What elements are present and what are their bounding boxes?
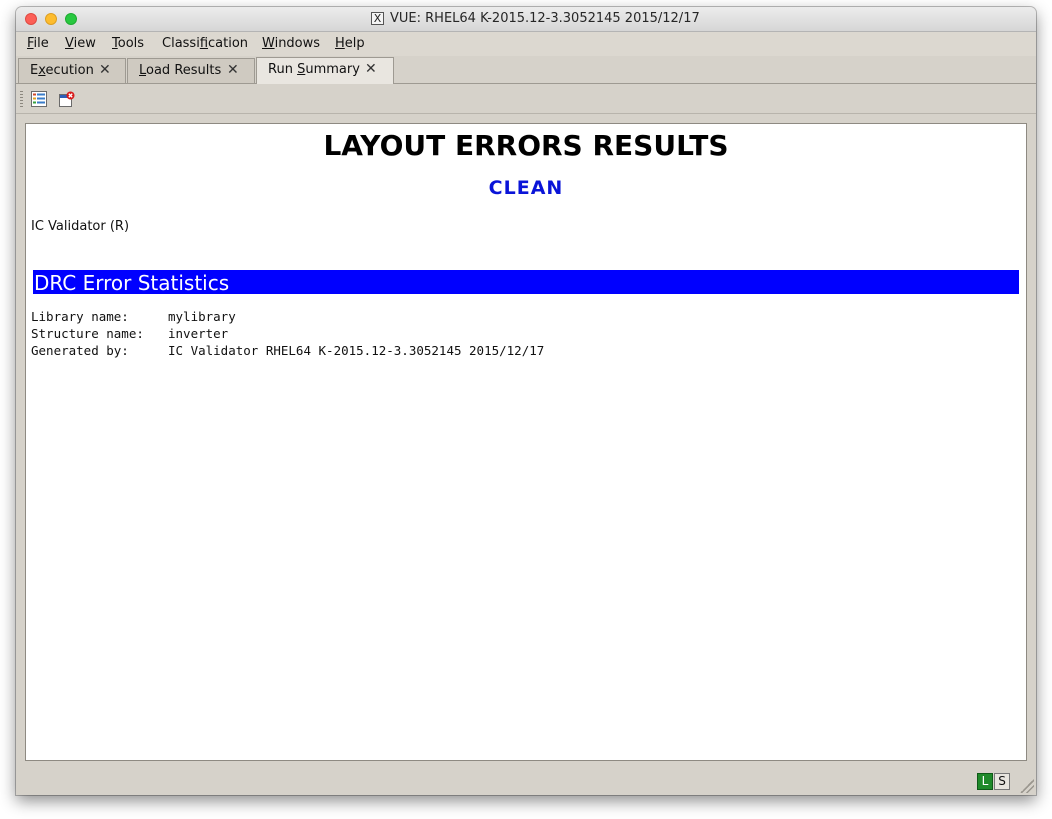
report-heading: LAYOUT ERRORS RESULTS bbox=[323, 129, 729, 162]
tab-run-summary[interactable]: Run Summary ✕ bbox=[256, 57, 394, 84]
menu-view[interactable]: View bbox=[65, 36, 96, 51]
tab-run-summary-close-icon[interactable]: ✕ bbox=[365, 61, 377, 77]
info-key: Library name: bbox=[31, 309, 129, 324]
menu-classification[interactable]: Classification bbox=[162, 36, 248, 51]
info-key: Structure name: bbox=[31, 326, 144, 341]
tab-execution-label: Execution bbox=[30, 63, 94, 78]
tool-name: IC Validator (R) bbox=[31, 219, 130, 234]
list-view-icon[interactable] bbox=[31, 91, 47, 107]
menu-file[interactable]: File bbox=[27, 36, 49, 51]
status-indicator-l[interactable]: L bbox=[977, 773, 993, 790]
menu-tools[interactable]: Tools bbox=[112, 36, 144, 51]
x11-app-icon: X bbox=[371, 12, 384, 25]
close-report-icon[interactable] bbox=[59, 91, 75, 107]
tab-bar: Execution ✕ Load Results ✕ Run Summary ✕ bbox=[16, 56, 1036, 84]
drc-section-banner: DRC Error Statistics bbox=[33, 270, 1019, 295]
status-bar: L S bbox=[16, 769, 1036, 795]
info-row-structure: Structure name: inverter bbox=[31, 326, 228, 341]
tab-execution-close-icon[interactable]: ✕ bbox=[99, 62, 111, 78]
info-value: IC Validator RHEL64 K-2015.12-3.3052145 … bbox=[168, 343, 545, 358]
run-summary-panel: LAYOUT ERRORS RESULTS CLEAN IC Validator… bbox=[25, 123, 1027, 761]
info-value: inverter bbox=[168, 326, 229, 341]
maximize-window-button[interactable] bbox=[65, 13, 77, 25]
title-bar[interactable]: X VUE: RHEL64 K-2015.12-3.3052145 2015/1… bbox=[16, 7, 1036, 32]
tab-bar-divider bbox=[16, 83, 1036, 84]
status-indicator-s[interactable]: S bbox=[994, 773, 1010, 790]
tab-load-results[interactable]: Load Results ✕ bbox=[127, 58, 255, 83]
vue-window: X VUE: RHEL64 K-2015.12-3.3052145 2015/1… bbox=[16, 7, 1036, 795]
tab-run-summary-label: Run Summary bbox=[268, 62, 360, 77]
toolbar bbox=[16, 85, 1036, 114]
close-window-button[interactable] bbox=[25, 13, 37, 25]
info-key: Generated by: bbox=[31, 343, 129, 358]
tab-execution[interactable]: Execution ✕ bbox=[18, 58, 126, 83]
menu-help[interactable]: Help bbox=[335, 36, 365, 51]
info-row-generated: Generated by: IC Validator RHEL64 K-2015.… bbox=[31, 343, 544, 358]
tab-load-results-label: Load Results bbox=[139, 63, 222, 78]
window-title: VUE: RHEL64 K-2015.12-3.3052145 2015/12/… bbox=[390, 11, 700, 26]
info-value: mylibrary bbox=[168, 309, 236, 324]
menu-bar: File View Tools Classification Windows H… bbox=[16, 32, 1036, 56]
status-clean: CLEAN bbox=[488, 177, 564, 199]
section-title: DRC Error Statistics bbox=[34, 271, 230, 295]
resize-grip-icon[interactable] bbox=[1020, 779, 1034, 793]
tab-load-results-close-icon[interactable]: ✕ bbox=[227, 62, 239, 78]
info-row-library: Library name: mylibrary bbox=[31, 309, 236, 324]
toolbar-grip[interactable] bbox=[20, 91, 23, 107]
minimize-window-button[interactable] bbox=[45, 13, 57, 25]
menu-windows[interactable]: Windows bbox=[262, 36, 320, 51]
